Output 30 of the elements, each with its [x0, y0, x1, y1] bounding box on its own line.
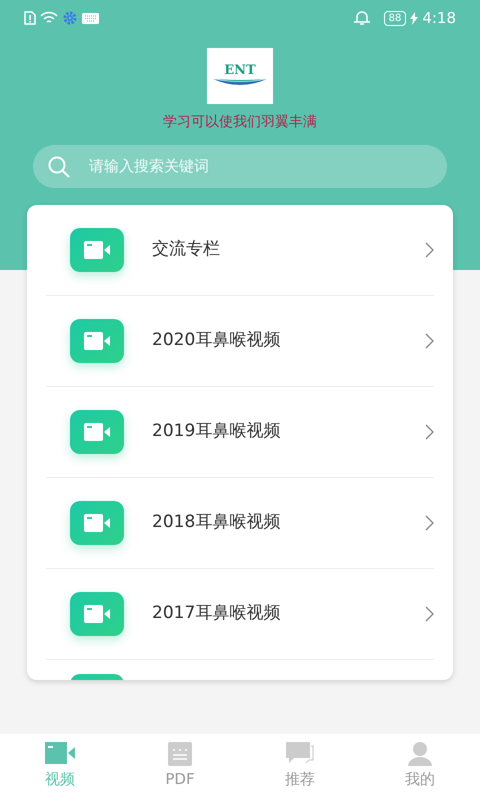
chevron-right-icon — [425, 333, 434, 349]
bell-icon — [352, 10, 372, 26]
menu-item[interactable]: 2018耳鼻喉视频 — [46, 478, 434, 569]
menu-item[interactable]: 2020耳鼻喉视频 — [46, 296, 434, 387]
video-camera-icon — [70, 228, 124, 272]
search-field[interactable]: 请输入搜索关键词 — [33, 145, 447, 188]
search-icon — [47, 154, 71, 178]
video-camera-icon — [70, 501, 124, 545]
tagline: 学习可以使我们羽翼丰满 — [162, 113, 318, 132]
video-camera-icon — [70, 319, 124, 363]
chevron-right-icon — [425, 515, 434, 531]
chevron-right-icon — [425, 606, 434, 622]
menu-item[interactable]: 交流专栏 — [46, 205, 434, 296]
keyboard-icon — [82, 12, 99, 24]
video-camera-icon — [70, 592, 124, 636]
chevron-right-icon — [425, 424, 434, 440]
menu-item[interactable]: 2019耳鼻喉视频 — [46, 387, 434, 478]
chevron-right-icon — [425, 242, 434, 258]
clock-time: 4:18 — [422, 8, 456, 29]
person-icon — [408, 742, 432, 768]
logo-text: ENT — [224, 64, 256, 76]
charging-icon — [410, 12, 418, 24]
video-camera-icon — [70, 410, 124, 454]
settings-icon — [62, 10, 78, 26]
search-input[interactable]: 请输入搜索关键词 — [87, 154, 433, 179]
sim-icon — [24, 11, 36, 25]
wifi-icon — [40, 11, 58, 25]
menu-item[interactable]: 2017耳鼻喉视频 — [46, 569, 434, 660]
document-icon — [168, 742, 192, 768]
battery-level: 88 — [384, 10, 406, 26]
